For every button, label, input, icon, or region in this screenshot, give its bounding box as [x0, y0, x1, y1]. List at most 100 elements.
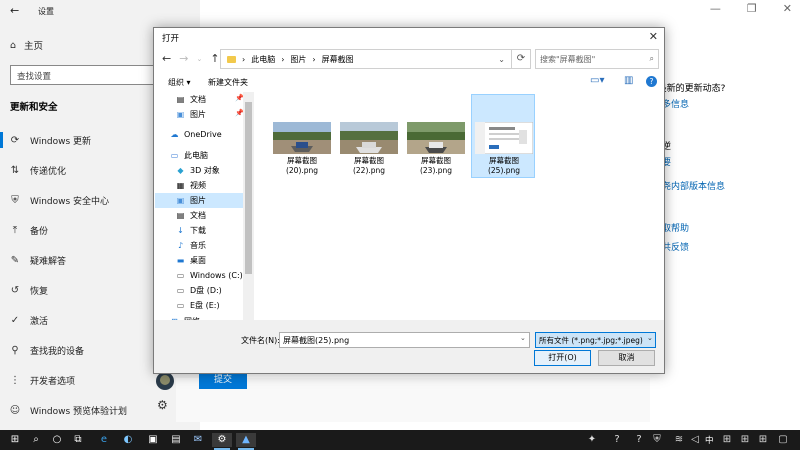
scrollbar-thumb[interactable] [245, 102, 252, 274]
tree-item-label: 下载 [190, 226, 206, 235]
tree-item-documents[interactable]: ▤ 文档 [175, 208, 206, 223]
notification-icon[interactable]: ▢ [776, 433, 790, 447]
folder-icon[interactable]: ▤ [168, 433, 184, 447]
refresh-icon: ⟳ [516, 53, 526, 64]
document-icon: ▤ [176, 95, 185, 104]
organize-button[interactable]: 组织 ▾ [168, 77, 191, 88]
maximize-icon[interactable]: ❐ [747, 2, 757, 15]
wrench-icon: ✎ [10, 254, 20, 266]
chevron-down-icon[interactable]: ⌄ [647, 334, 653, 342]
video-icon: ▦ [176, 181, 185, 190]
file-item[interactable]: 屏幕截图 (23).png [404, 95, 468, 179]
dialog-footer: 文件名(N): 屏幕截图(25).png ⌄ 所有文件 (*.png;*.jpg… [154, 320, 664, 373]
address-bar[interactable]: › 此电脑 › 图片 › 屏幕截图 ⌄ [220, 49, 512, 69]
breadcrumb-item[interactable]: 此电脑 [251, 54, 275, 65]
tree-item-label: D盘 (D:) [190, 286, 222, 295]
shield-icon: ⛨ [11, 194, 19, 206]
nav-item-label: 疑难解答 [30, 256, 67, 267]
chevron-down-icon[interactable]: ⌄ [196, 55, 202, 63]
tree-item-downloads[interactable]: ↓ 下载 [175, 223, 206, 238]
app-tray-icon[interactable]: ✦ [585, 433, 599, 447]
filetype-select[interactable]: 所有文件 (*.png;*.jpg;*.jpeg) [535, 332, 656, 348]
build-info-link[interactable]: 尧内部版本信息 [662, 179, 725, 192]
more-info-link[interactable]: 多信息 [662, 97, 689, 110]
close-icon[interactable]: ✕ [649, 30, 658, 43]
start-icon[interactable]: ⊞ [6, 433, 24, 447]
nav-item-insider[interactable]: ☺ Windows 预览体验计划 [0, 398, 200, 422]
file-item-selected[interactable]: 屏幕截图 (25).png [471, 94, 535, 178]
window-controls: — ❐ ✕ [710, 2, 792, 15]
music-icon: ♪ [177, 241, 184, 250]
new-folder-button[interactable]: 新建文件夹 [208, 77, 248, 88]
tree-item-label: 3D 对象 [190, 166, 220, 175]
wifi-icon[interactable]: ≋ [672, 433, 686, 447]
refresh-button[interactable]: ⟳ [511, 49, 531, 69]
grid-icon[interactable]: ⊞ [738, 433, 752, 447]
tree-item-drive-d[interactable]: ▭ D盘 (D:) [175, 283, 222, 298]
tree-item-3d-objects[interactable]: ◆ 3D 对象 [175, 163, 220, 178]
filename-input[interactable]: 屏幕截图(25).png [279, 332, 530, 348]
tree-item-desktop[interactable]: ▬ 桌面 [175, 253, 206, 268]
edge-icon[interactable]: e [96, 433, 112, 447]
tree-item-documents-quick[interactable]: ▤ 文档 [175, 92, 206, 107]
grid-icon[interactable]: ⊞ [756, 433, 770, 447]
cancel-button[interactable]: 取消 [598, 350, 655, 366]
home-link[interactable]: ⌂ 主页 [10, 38, 44, 53]
search-icon: ⌕ [649, 54, 654, 63]
file-item[interactable]: 屏幕截图 (22).png [337, 95, 401, 179]
computer-icon: ▭ [170, 151, 179, 160]
gear-icon[interactable]: ⚙ [157, 398, 168, 412]
chevron-down-icon[interactable]: ⌄ [520, 334, 526, 342]
search-icon[interactable]: ⌕ [28, 433, 44, 447]
photos-icon[interactable]: ▲ [236, 433, 256, 450]
search-placeholder: 搜索"屏幕截图" [540, 54, 596, 64]
dialog-title: 打开 [162, 34, 180, 44]
grid-icon[interactable]: ⊞ [720, 433, 734, 447]
back-arrow-icon[interactable]: ← [162, 52, 171, 65]
minimize-icon[interactable]: — [710, 2, 721, 15]
volume-icon[interactable]: ◁ [688, 433, 702, 447]
tree-item-music[interactable]: ♪ 音乐 [175, 238, 206, 253]
taskbar: ⊞ ⌕ ○ ⧉ e ◐ ▣ ▤ ✉ ⚙ ▲ ✦ ? ? ⛨ ≋ ◁ 中 ⊞ ⊞ … [0, 430, 800, 450]
tree-item-pictures[interactable]: ▣ 图片 [155, 193, 243, 208]
tree-item-videos[interactable]: ▦ 视频 [175, 178, 206, 193]
tree-scrollbar[interactable] [243, 92, 254, 320]
file-thumbnail [407, 122, 465, 154]
tree-item-this-pc[interactable]: ▭ 此电脑 [169, 148, 208, 163]
settings-icon[interactable]: ⚙ [212, 433, 232, 450]
edge-alt-icon[interactable]: ◐ [120, 433, 136, 447]
feedback-link[interactable]: 共反馈 [662, 240, 689, 253]
mail-icon[interactable]: ✉ [190, 433, 206, 447]
view-options-icon[interactable]: ▭▾ [590, 75, 604, 86]
open-button[interactable]: 打开(O) [534, 350, 591, 366]
nav-item-label: 激活 [30, 316, 49, 327]
cortana-icon[interactable]: ○ [49, 433, 65, 447]
get-help-link[interactable]: 取帮助 [662, 221, 689, 234]
shield-icon[interactable]: ⛨ [650, 433, 664, 447]
drive-icon: ▭ [176, 286, 185, 295]
tree-item-drive-c[interactable]: ▭ Windows (C:) [175, 268, 243, 283]
back-arrow-icon[interactable]: ← [10, 4, 19, 17]
developer-icon: ⋮ [10, 374, 20, 386]
close-icon[interactable]: ✕ [783, 2, 792, 15]
breadcrumb-item[interactable]: 图片 [290, 54, 306, 65]
preview-pane-icon[interactable]: ▥ [624, 75, 633, 86]
tree-item-onedrive[interactable]: ☁ OneDrive [169, 127, 222, 142]
document-icon: ▤ [176, 211, 185, 220]
file-thumbnail [273, 122, 331, 154]
forward-arrow-icon[interactable]: → [179, 52, 188, 65]
help-icon[interactable]: ? [632, 433, 646, 447]
tree-item-pictures-quick[interactable]: ▣ 图片 [175, 107, 206, 122]
store-icon[interactable]: ▣ [145, 433, 161, 447]
tree-item-drive-e[interactable]: ▭ E盘 (E:) [175, 298, 220, 313]
search-input[interactable]: 搜索"屏幕截图" ⌕ [535, 49, 659, 69]
task-view-icon[interactable]: ⧉ [70, 433, 86, 447]
help-icon[interactable]: ? [646, 76, 657, 87]
ime-indicator[interactable]: 中 [705, 434, 714, 446]
chevron-down-icon[interactable]: ⌄ [498, 55, 505, 64]
file-item[interactable]: 屏幕截图 (20).png [270, 95, 334, 179]
up-arrow-icon[interactable]: ↑ [210, 52, 219, 65]
breadcrumb-item[interactable]: 屏幕截图 [322, 54, 354, 65]
help-icon[interactable]: ? [610, 433, 624, 447]
home-label: 主页 [24, 41, 44, 52]
